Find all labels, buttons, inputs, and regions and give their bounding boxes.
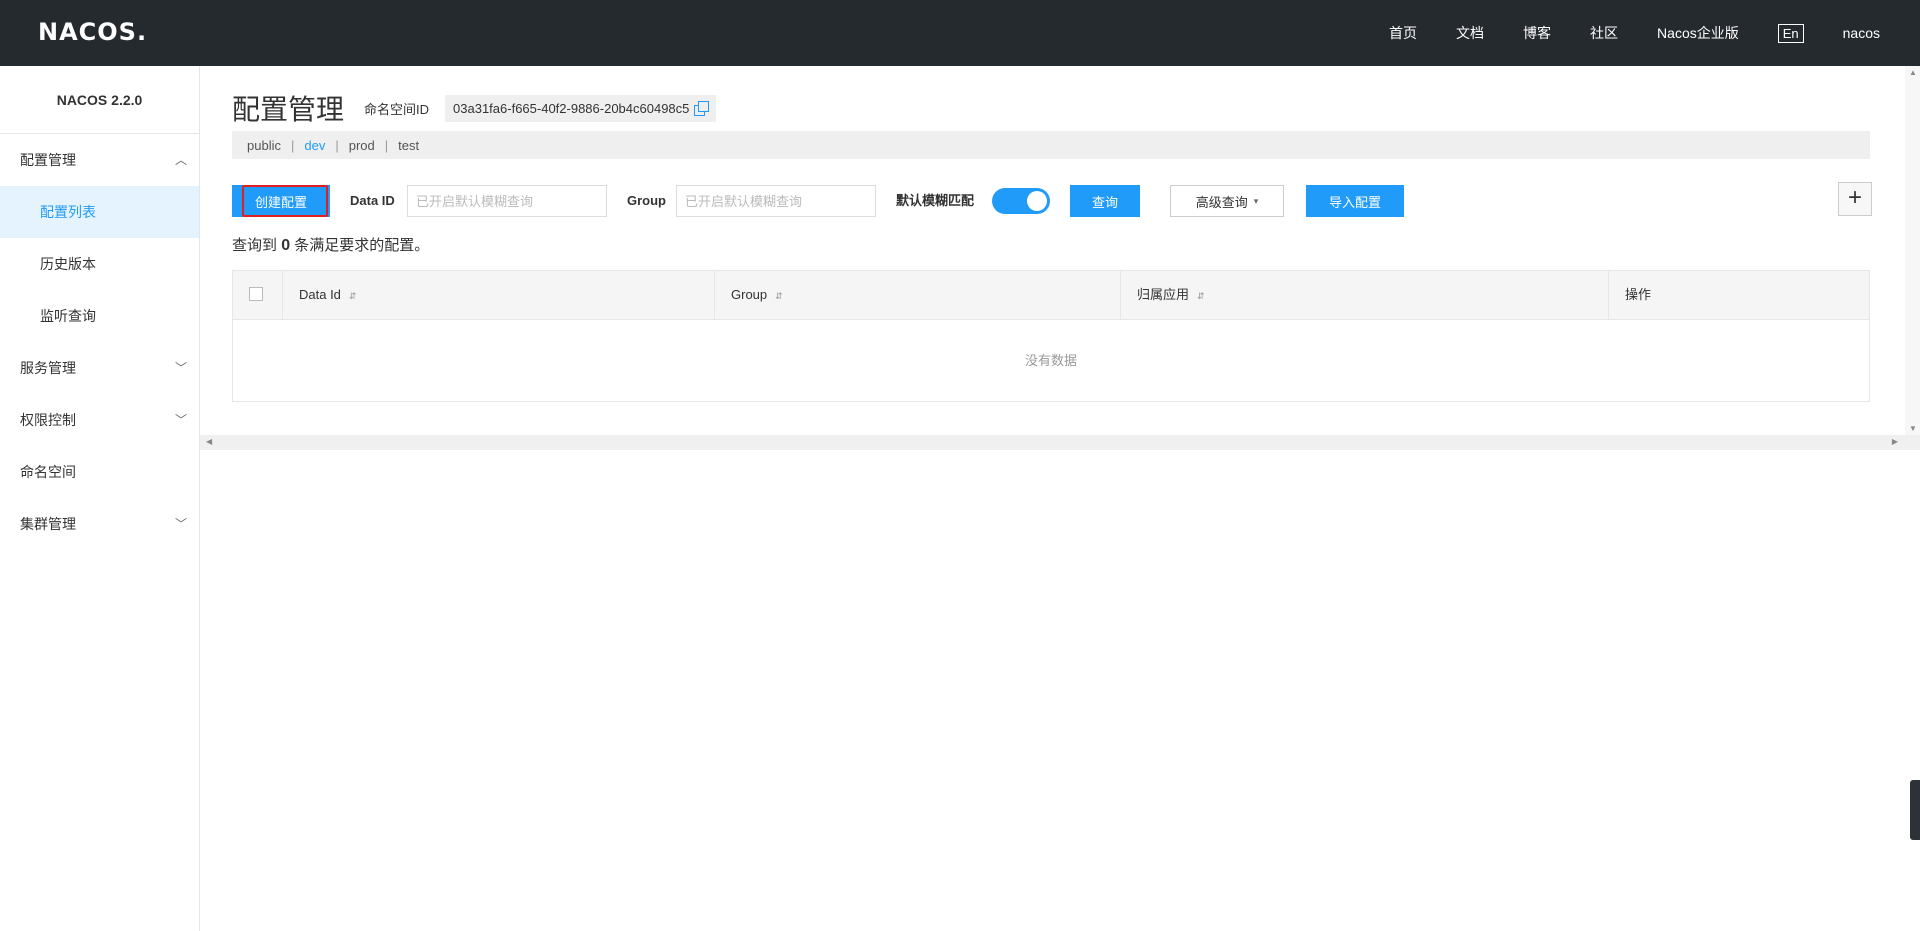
fuzzy-match-toggle[interactable]: [992, 188, 1050, 214]
namespace-id-value: 03a31fa6-f665-40f2-9886-20b4c60498c5: [445, 94, 717, 122]
nav-home[interactable]: 首页: [1389, 23, 1417, 43]
nav-docs[interactable]: 文档: [1456, 23, 1484, 43]
select-all-cell: [233, 271, 283, 319]
nav-enterprise[interactable]: Nacos企业版: [1657, 23, 1739, 43]
sidebar-item-label: 历史版本: [40, 256, 96, 272]
sidebar-item-label: 配置列表: [40, 204, 96, 220]
scroll-up-icon[interactable]: ▲: [1909, 68, 1917, 77]
column-label: Data Id: [299, 287, 341, 302]
sidebar-item-label: 配置管理: [20, 152, 76, 168]
sidebar-item-listener-query[interactable]: 监听查询: [0, 290, 199, 342]
result-suffix: 条满足要求的配置。: [294, 237, 430, 254]
empty-state: 没有数据: [233, 319, 1869, 401]
search-button-label: 查询: [1091, 194, 1118, 210]
sort-icon[interactable]: ⇵: [349, 291, 357, 301]
sidebar-item-namespace[interactable]: 命名空间: [0, 446, 199, 498]
sidebar-item-config-list[interactable]: 配置列表: [0, 186, 199, 238]
search-toolbar: 创建配置 Data ID Group 默认模糊匹配 查询 高级查询 ▾ 导入配置…: [232, 182, 1872, 217]
nav-community[interactable]: 社区: [1590, 23, 1618, 43]
namespace-bar: public | dev | prod | test: [232, 131, 1870, 159]
group-label: Group: [627, 193, 666, 208]
select-all-checkbox[interactable]: [249, 287, 263, 302]
sidebar-item-history[interactable]: 历史版本: [0, 238, 199, 290]
sidebar-item-config-management[interactable]: 配置管理 ︿: [0, 134, 199, 186]
chevron-down-icon: ﹀: [174, 413, 187, 427]
advanced-search-label: 高级查询: [1195, 194, 1248, 210]
chevron-down-icon: ﹀: [174, 517, 187, 531]
page-header: 配置管理 命名空间ID 03a31fa6-f665-40f2-9886-20b4…: [232, 88, 717, 128]
scroll-down-icon[interactable]: ▼: [1909, 424, 1917, 433]
namespace-public[interactable]: public: [247, 138, 281, 153]
sidebar-item-label: 集群管理: [20, 516, 76, 532]
column-header-actions: 操作: [1609, 271, 1869, 319]
sidebar-item-label: 权限控制: [20, 412, 76, 428]
fuzzy-match-label: 默认模糊匹配: [896, 193, 975, 208]
result-summary: 查询到 0 条满足要求的配置。: [232, 234, 429, 255]
toggle-knob: [1027, 191, 1047, 211]
version-label: NACOS 2.2.0: [0, 66, 199, 134]
chevron-up-icon: ︿: [174, 153, 187, 167]
import-config-label: 导入配置: [1328, 194, 1381, 210]
page-title: 配置管理: [232, 94, 345, 125]
result-count: 0: [281, 237, 291, 254]
import-config-button[interactable]: 导入配置: [1306, 185, 1404, 217]
scroll-right-icon[interactable]: ▶: [1892, 437, 1898, 446]
scroll-left-icon[interactable]: ◀: [206, 437, 212, 446]
sort-icon[interactable]: ⇵: [775, 291, 783, 301]
chevron-down-icon: ﹀: [174, 361, 187, 375]
column-header-dataid[interactable]: Data Id ⇵: [283, 271, 715, 319]
namespace-separator: |: [335, 137, 339, 153]
sidebar-item-service-management[interactable]: 服务管理 ﹀: [0, 342, 199, 394]
namespace-id-text: 03a31fa6-f665-40f2-9886-20b4c60498c5: [453, 100, 690, 116]
plus-icon[interactable]: +: [1838, 182, 1872, 216]
dataid-input[interactable]: [407, 185, 607, 217]
highlight-box: [242, 185, 328, 217]
sidebar-item-access-control[interactable]: 权限控制 ﹀: [0, 394, 199, 446]
user-menu[interactable]: nacos: [1843, 25, 1880, 41]
sidebar: NACOS 2.2.0 配置管理 ︿ 配置列表 历史版本 监听查询 服务管理 ﹀…: [0, 66, 200, 931]
vertical-scrollbar[interactable]: ▲ ▼: [1905, 66, 1920, 435]
search-button[interactable]: 查询: [1070, 185, 1140, 217]
chevron-down-icon: ▾: [1253, 195, 1259, 206]
table-header: Data Id ⇵ Group ⇵ 归属应用 ⇵ 操作: [233, 271, 1869, 319]
create-config-button[interactable]: 创建配置: [232, 185, 330, 217]
top-nav: 首页 文档 博客 社区 Nacos企业版 En nacos: [1350, 0, 1880, 66]
top-navbar: NACOS. 首页 文档 博客 社区 Nacos企业版 En nacos: [0, 0, 1920, 66]
nav-blog[interactable]: 博客: [1523, 23, 1551, 43]
sidebar-item-label: 命名空间: [20, 464, 76, 480]
config-table: Data Id ⇵ Group ⇵ 归属应用 ⇵ 操作 没有数据: [232, 270, 1870, 402]
namespace-separator: |: [384, 137, 389, 153]
sidebar-item-label: 服务管理: [20, 360, 76, 376]
result-prefix: 查询到: [232, 237, 278, 254]
namespace-separator: |: [290, 137, 295, 153]
column-label: 操作: [1625, 287, 1652, 302]
column-label: Group: [731, 287, 768, 302]
namespace-test[interactable]: test: [398, 138, 419, 153]
namespace-prod[interactable]: prod: [349, 138, 375, 153]
column-header-group[interactable]: Group ⇵: [715, 271, 1121, 319]
language-switch[interactable]: En: [1777, 23, 1804, 43]
advanced-search-button[interactable]: 高级查询 ▾: [1170, 185, 1284, 217]
dataid-label: Data ID: [350, 193, 395, 208]
horizontal-scrollbar[interactable]: ◀ ▶: [200, 435, 1920, 450]
column-header-app[interactable]: 归属应用 ⇵: [1121, 271, 1609, 319]
side-drawer-handle[interactable]: [1910, 780, 1920, 840]
namespace-dev[interactable]: dev: [304, 138, 325, 153]
main-content: 配置管理 命名空间ID 03a31fa6-f665-40f2-9886-20b4…: [200, 66, 1920, 931]
nacos-logo[interactable]: NACOS.: [38, 18, 147, 46]
namespace-id-label: 命名空间ID: [364, 101, 430, 117]
sidebar-item-cluster-management[interactable]: 集群管理 ﹀: [0, 498, 199, 550]
copy-icon[interactable]: [694, 101, 710, 116]
column-label: 归属应用: [1137, 287, 1190, 302]
sort-icon[interactable]: ⇵: [1197, 291, 1205, 301]
sidebar-item-label: 监听查询: [40, 308, 96, 324]
group-input[interactable]: [676, 185, 876, 217]
